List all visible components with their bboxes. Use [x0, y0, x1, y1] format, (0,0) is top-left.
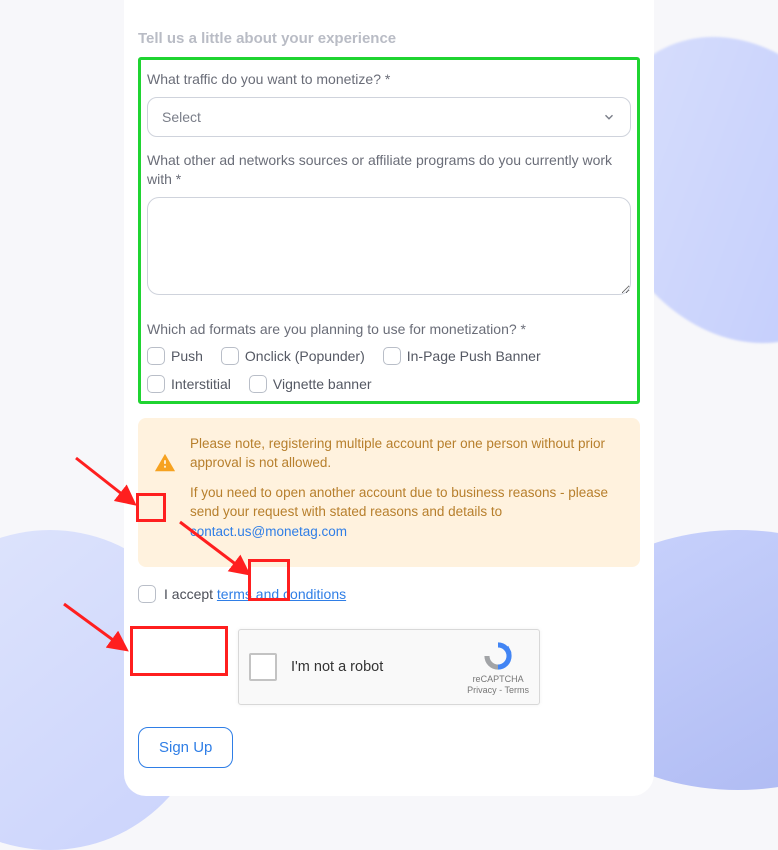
label-push: Push: [171, 348, 203, 364]
section-title: Tell us a little about your experience: [138, 30, 640, 47]
checkbox-push[interactable]: [147, 347, 165, 365]
notice-email-link[interactable]: contact.us@monetag.com: [190, 524, 347, 539]
terms-checkbox[interactable]: [138, 585, 156, 603]
networks-textarea[interactable]: [147, 197, 631, 295]
checkbox-onclick[interactable]: [221, 347, 239, 365]
recaptcha-checkbox[interactable]: [249, 653, 277, 681]
recaptcha-label: I'm not a robot: [291, 659, 453, 675]
checkbox-vignette[interactable]: [249, 375, 267, 393]
checkbox-interstitial[interactable]: [147, 375, 165, 393]
traffic-label: What traffic do you want to monetize? *: [147, 70, 631, 89]
checkbox-inpage[interactable]: [383, 347, 401, 365]
terms-link[interactable]: terms and conditions: [217, 586, 346, 602]
signup-button[interactable]: Sign Up: [138, 727, 233, 768]
chevron-down-icon: [602, 110, 616, 124]
warning-icon: [154, 452, 176, 474]
format-onclick: Onclick (Popunder): [221, 347, 365, 365]
traffic-select-placeholder: Select: [162, 109, 201, 125]
multiple-account-notice: Please note, registering multiple accoun…: [138, 418, 640, 568]
format-push: Push: [147, 347, 203, 365]
terms-text: I accept terms and conditions: [164, 586, 346, 602]
notice-line-2: If you need to open another account due …: [190, 483, 622, 542]
formats-label: Which ad formats are you planning to use…: [147, 320, 631, 339]
traffic-select[interactable]: Select: [147, 97, 631, 137]
networks-label: What other ad networks sources or affili…: [147, 151, 631, 189]
label-onclick: Onclick (Popunder): [245, 348, 365, 364]
recaptcha-widget: I'm not a robot reCAPTCHA Privacy - Term…: [238, 629, 540, 705]
format-vignette: Vignette banner: [249, 375, 372, 393]
recaptcha-icon: [481, 639, 515, 673]
signup-form-card: Tell us a little about your experience W…: [124, 0, 654, 796]
format-interstitial: Interstitial: [147, 375, 231, 393]
formats-row-2: Interstitial Vignette banner: [147, 375, 631, 393]
label-vignette: Vignette banner: [273, 376, 372, 392]
label-inpage: In-Page Push Banner: [407, 348, 541, 364]
formats-row-1: Push Onclick (Popunder) In-Page Push Ban…: [147, 347, 631, 365]
terms-row: I accept terms and conditions: [138, 585, 640, 603]
notice-text: Please note, registering multiple accoun…: [190, 434, 622, 552]
label-interstitial: Interstitial: [171, 376, 231, 392]
notice-line-1: Please note, registering multiple accoun…: [190, 434, 622, 473]
recaptcha-brand: reCAPTCHA Privacy - Terms: [467, 639, 529, 696]
format-inpage: In-Page Push Banner: [383, 347, 541, 365]
experience-highlight-box: What traffic do you want to monetize? * …: [138, 57, 640, 404]
